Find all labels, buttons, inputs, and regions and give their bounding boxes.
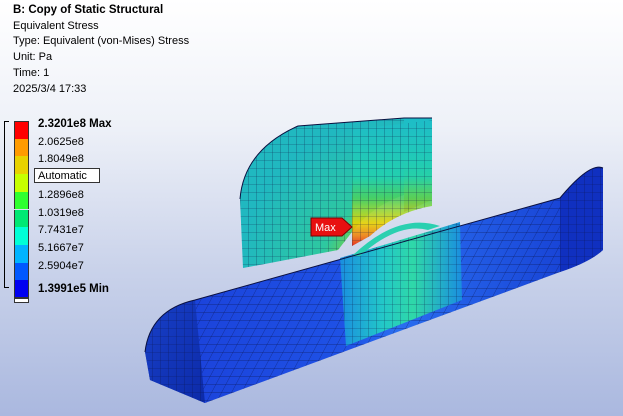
- model-viewport[interactable]: Max: [0, 0, 623, 416]
- max-probe-label: Max: [315, 222, 336, 234]
